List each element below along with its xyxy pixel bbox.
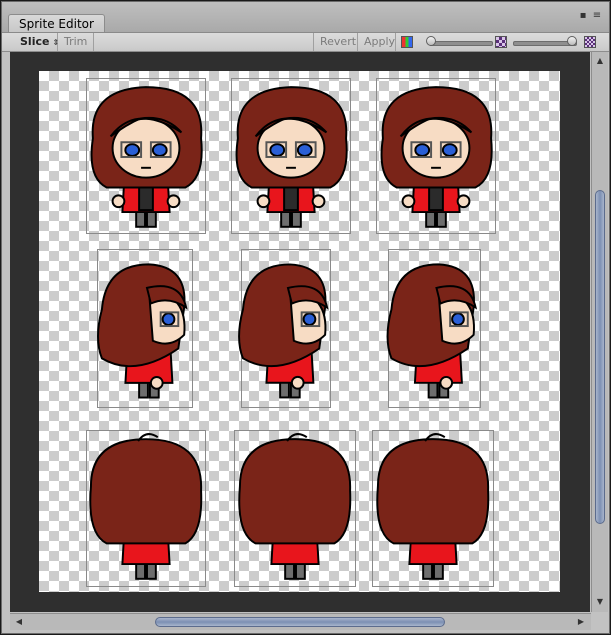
apply-button[interactable]: Apply xyxy=(358,33,396,51)
maximize-icon[interactable]: ▪ xyxy=(577,10,589,22)
character-sprite-back xyxy=(89,433,203,580)
window-menu-icon[interactable]: ≡ xyxy=(591,10,603,22)
character-sprite-front xyxy=(235,86,348,228)
trim-button[interactable]: Trim xyxy=(58,33,94,51)
sprite-slice-side-1[interactable] xyxy=(97,249,193,408)
sprite-slice-front-1[interactable] xyxy=(86,78,206,234)
character-sprite-side xyxy=(386,263,478,399)
mipmap-checker-icon xyxy=(584,36,596,48)
sprite-slice-back-2[interactable] xyxy=(234,430,356,587)
color-channel-icon[interactable] xyxy=(401,36,413,48)
sprite-editor-toolbar: Slice ⇕ Trim Revert Apply xyxy=(2,33,609,52)
sprite-slice-side-3[interactable] xyxy=(386,249,481,408)
zoom-slider-track[interactable] xyxy=(429,41,493,46)
revert-button[interactable]: Revert xyxy=(313,33,358,51)
sprite-slice-back-1[interactable] xyxy=(86,430,206,587)
sprite-slice-side-2[interactable] xyxy=(238,249,331,408)
slice-dropdown[interactable]: Slice ⇕ xyxy=(14,33,59,51)
horizontal-scroll-thumb[interactable] xyxy=(155,617,445,627)
window-tab-bar: Sprite Editor ▪ ≡ xyxy=(2,2,609,33)
scrollbar-corner xyxy=(591,613,608,630)
zoom-checker-icon xyxy=(495,36,507,48)
character-sprite-side xyxy=(97,263,188,399)
horizontal-scrollbar[interactable]: ◀ ▶ xyxy=(10,613,591,630)
character-sprite-front xyxy=(90,86,203,228)
sprite-slice-front-2[interactable] xyxy=(231,78,351,234)
character-sprite-side xyxy=(238,263,329,399)
mip-slider-thumb[interactable] xyxy=(567,36,577,46)
slice-label: Slice xyxy=(20,35,50,48)
sprite-sheet-canvas[interactable] xyxy=(39,71,560,592)
scroll-up-icon[interactable]: ▲ xyxy=(594,55,606,67)
scroll-down-icon[interactable]: ▼ xyxy=(594,596,606,608)
zoom-slider-thumb[interactable] xyxy=(426,36,436,46)
sprite-slice-back-3[interactable] xyxy=(372,430,494,587)
sprite-viewport[interactable] xyxy=(10,52,590,612)
tab-sprite-editor[interactable]: Sprite Editor xyxy=(8,14,105,32)
scroll-right-icon[interactable]: ▶ xyxy=(575,616,587,628)
vertical-scrollbar[interactable]: ▲ ▼ xyxy=(591,52,608,612)
sprite-slice-front-3[interactable] xyxy=(376,78,496,234)
character-sprite-back xyxy=(238,433,352,580)
character-sprite-back xyxy=(376,433,490,580)
scroll-left-icon[interactable]: ◀ xyxy=(13,616,25,628)
vertical-scroll-thumb[interactable] xyxy=(595,190,605,524)
character-sprite-front xyxy=(380,86,493,228)
sprite-editor-window: Sprite Editor ▪ ≡ Slice ⇕ Trim Revert App… xyxy=(1,1,610,634)
